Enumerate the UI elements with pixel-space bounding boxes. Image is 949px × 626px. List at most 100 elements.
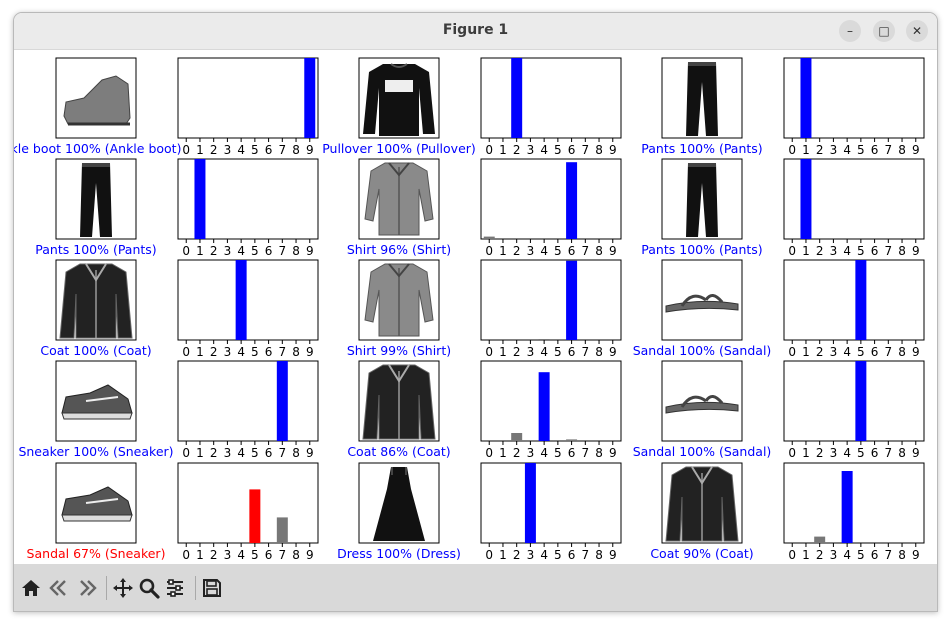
x-tick-label: 8: [898, 345, 906, 359]
x-tick-label: 3: [527, 548, 535, 562]
x-tick-label: 1: [196, 143, 204, 157]
minimize-button[interactable]: –: [839, 20, 861, 42]
x-tick-label: 4: [540, 548, 548, 562]
x-tick-label: 7: [278, 446, 286, 460]
coat-image: [665, 466, 739, 542]
figure-plot-area: kle boot 100% (Ankle boot) 0 1 2 3 4 5 6 7 8 9 Pull…: [14, 57, 925, 562]
close-button[interactable]: ✕: [906, 20, 928, 42]
x-tick-label: 5: [251, 446, 259, 460]
x-tick-label: 2: [210, 244, 218, 258]
home-icon[interactable]: [20, 577, 42, 599]
x-tick-label: 5: [857, 143, 865, 157]
x-tick-label: 9: [609, 548, 617, 562]
x-tick-label: 4: [843, 548, 851, 562]
x-tick-label: 6: [265, 143, 273, 157]
figure-window: Figure 1 – □ ✕ kle boot 100% (Ankle boot…: [13, 12, 938, 612]
x-tick-label: 2: [210, 446, 218, 460]
bar: [566, 162, 578, 239]
configure-subplots-icon[interactable]: [164, 577, 186, 599]
back-icon[interactable]: [48, 577, 70, 599]
image-panel: [358, 360, 440, 442]
axes-frame: [783, 462, 925, 544]
axes-frame: [177, 57, 319, 139]
x-tick-label: 4: [237, 345, 245, 359]
prediction-caption: Coat 86% (Coat): [347, 444, 450, 459]
x-tick-label: 6: [568, 548, 576, 562]
x-tick-label: 3: [830, 244, 838, 258]
prediction-caption: Pants 100% (Pants): [641, 242, 762, 257]
x-tick-label: 6: [265, 548, 273, 562]
x-tick-label: 9: [306, 548, 314, 562]
x-tick-label: 2: [210, 345, 218, 359]
x-tick-label: 6: [568, 446, 576, 460]
image-panel: [55, 462, 137, 544]
axes-frame: [480, 57, 622, 139]
x-tick-label: 3: [224, 548, 232, 562]
x-tick-label: 7: [581, 244, 589, 258]
prediction-caption: Pullover 100% (Pullover): [322, 141, 476, 156]
bar: [566, 260, 578, 340]
bar-chart: 0123456789: [480, 158, 622, 258]
x-tick-label: 2: [513, 548, 521, 562]
x-tick-label: 0: [485, 143, 493, 157]
x-tick-label: 8: [292, 446, 300, 460]
x-tick-label: 5: [554, 446, 562, 460]
x-tick-label: 7: [884, 143, 892, 157]
bar-chart: 0123456789: [480, 259, 622, 359]
image-panel: [661, 259, 743, 341]
x-tick-label: 9: [912, 143, 920, 157]
toolbar-separator: [106, 576, 107, 600]
axes-frame: [177, 462, 319, 544]
bar: [524, 463, 536, 543]
x-tick-label: 4: [843, 446, 851, 460]
pan-icon[interactable]: [112, 577, 134, 599]
x-tick-label: 9: [306, 244, 314, 258]
save-icon[interactable]: [201, 577, 223, 599]
x-tick-label: 6: [265, 244, 273, 258]
x-tick-label: 8: [898, 143, 906, 157]
x-tick-label: 8: [898, 244, 906, 258]
x-tick-label: 2: [513, 244, 521, 258]
forward-icon[interactable]: [76, 577, 98, 599]
prediction-caption: Sneaker 100% (Sneaker): [18, 444, 173, 459]
zoom-icon[interactable]: [138, 577, 160, 599]
bar: [276, 517, 288, 543]
x-tick-label: 3: [527, 244, 535, 258]
toolbar-separator: [195, 576, 196, 600]
x-tick-label: 0: [485, 244, 493, 258]
axes-frame: [480, 158, 622, 240]
x-tick-label: 9: [306, 143, 314, 157]
x-tick-label: 9: [912, 446, 920, 460]
axes-frame: [177, 360, 319, 442]
x-tick-label: 5: [251, 244, 259, 258]
image-panel: [358, 158, 440, 240]
figure-canvas[interactable]: kle boot 100% (Ankle boot) 0 1 2 3 4 5 6 7 8 9 Pull…: [14, 50, 937, 564]
x-tick-label: 6: [871, 345, 879, 359]
x-tick-label: 3: [830, 143, 838, 157]
x-tick-label: 8: [595, 143, 603, 157]
coat-image: [59, 263, 133, 339]
image-frame: [661, 259, 743, 341]
bar: [855, 260, 867, 340]
title-bar[interactable]: Figure 1 – □ ✕: [14, 13, 937, 50]
image-panel: [55, 158, 137, 240]
axes-frame: [783, 360, 925, 442]
x-tick-label: 8: [292, 345, 300, 359]
x-tick-label: 8: [292, 244, 300, 258]
x-tick-label: 6: [265, 345, 273, 359]
bar-chart: 0123456789: [177, 158, 319, 258]
x-tick-label: 2: [210, 143, 218, 157]
x-tick-label: 8: [898, 446, 906, 460]
x-tick-label: 4: [237, 244, 245, 258]
axes-frame: [783, 259, 925, 341]
maximize-button[interactable]: □: [873, 20, 895, 42]
x-tick-label: 9: [912, 244, 920, 258]
x-tick-label: 0: [182, 446, 190, 460]
x-tick-label: 7: [581, 143, 589, 157]
bar-chart: 0123456789: [480, 462, 622, 562]
bar: [304, 58, 316, 138]
x-tick-label: 5: [857, 345, 865, 359]
x-tick-label: 0: [788, 143, 796, 157]
x-tick-label: 1: [802, 244, 810, 258]
x-tick-label: 1: [196, 345, 204, 359]
